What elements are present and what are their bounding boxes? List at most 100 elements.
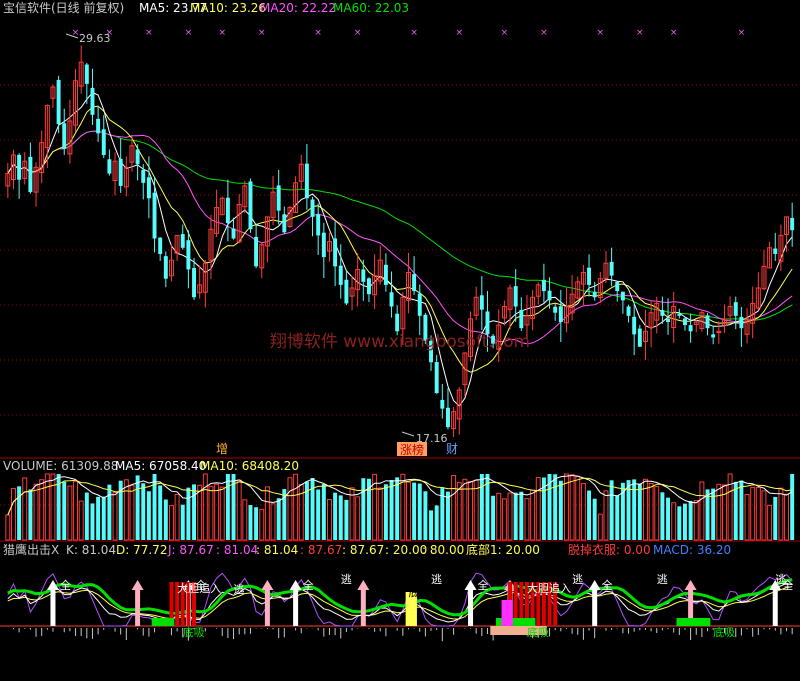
volume-bar: [78, 500, 84, 541]
value-6: : 80.00: [422, 543, 464, 557]
candle-body: [321, 232, 326, 258]
volume-bar: [405, 481, 411, 541]
volume-bar: [688, 500, 693, 540]
signal-arrow-head: [464, 580, 477, 590]
volume-bar: [135, 475, 140, 540]
volume-bar: [5, 514, 11, 541]
volume-bar: [507, 492, 513, 541]
ma10-legend: MA10: 23.26: [190, 1, 266, 15]
volume-bar: [666, 497, 671, 540]
signal-x-marker: ×: [218, 28, 226, 38]
macd-legend: MACD: 36.20: [653, 543, 731, 557]
volume-bar: [597, 513, 603, 541]
candle-body: [558, 306, 563, 323]
volume-bar: [225, 474, 230, 540]
candle-body: [146, 177, 151, 199]
event-label-zhangbang: 涨榜: [400, 442, 424, 457]
candle-body: [304, 163, 309, 199]
signal-x-marker: ×: [258, 28, 266, 38]
candle-body: [231, 228, 236, 239]
volume-bar: [558, 480, 563, 540]
signal-x-marker: ×: [636, 28, 644, 38]
volume-bar: [592, 498, 597, 540]
candle-body: [434, 362, 439, 394]
volume-bar: [654, 486, 660, 541]
ma60-line: [7, 130, 793, 321]
candle-body: [541, 279, 546, 292]
signal-x-marker: ×: [540, 28, 548, 38]
bottom-label: 底部: [408, 585, 430, 599]
volume-bar: [90, 503, 95, 540]
volume-bar: [784, 493, 790, 541]
candle-body: [17, 154, 22, 180]
volume-bar: [107, 484, 112, 540]
signal-arrow-head: [357, 580, 370, 590]
volume-bar: [412, 482, 417, 540]
volume-bar: [535, 477, 541, 541]
volume-bar: [174, 493, 180, 541]
volume-bar: [84, 492, 89, 540]
volume-bar: [615, 495, 620, 540]
signal-x-marker: ×: [410, 28, 418, 38]
volume-bar: [163, 499, 168, 540]
candle-body: [56, 79, 61, 125]
volume-bar: [575, 476, 581, 541]
signal-x-marker: ×: [455, 28, 463, 38]
volume-bar: [158, 485, 163, 540]
candle-body: [733, 302, 738, 316]
volume-bar: [208, 485, 214, 541]
signal-label-tao: 逃: [431, 573, 442, 586]
candle-body: [417, 293, 422, 316]
signal-label-quan: 全: [478, 578, 489, 592]
signal-label-quan: 全: [303, 578, 314, 592]
candle-body: [682, 318, 687, 326]
candle-body: [389, 292, 394, 307]
volume-bar: [123, 479, 129, 541]
candle-body: [440, 399, 445, 409]
event-label-cai: 财: [446, 442, 458, 456]
bold-buy-label: 大胆追入: [527, 581, 571, 595]
volume-bar: [316, 489, 321, 540]
volume-ma5-legend: MA5: 67058.40: [115, 459, 206, 473]
candle-body: [519, 310, 524, 329]
candle-body: [344, 279, 349, 304]
volume-bar: [693, 500, 699, 541]
volume-bar: [321, 484, 326, 540]
value-4: : 87.67: [342, 543, 384, 557]
candle-body: [547, 290, 552, 301]
trend-line: [7, 578, 793, 617]
volume-bar: [445, 491, 450, 540]
signal-markers: × × × × × × × × × × × × × × × ×: [72, 28, 745, 38]
candle-body: [395, 313, 400, 332]
signal-arrow-head: [261, 580, 274, 590]
volume-bar: [259, 508, 265, 541]
signal-arrow-shaft: [592, 588, 598, 626]
value-1: : 81.04: [216, 543, 258, 557]
volume-ma-lines: [7, 474, 793, 516]
candle-body: [615, 281, 620, 292]
volume-bar: [219, 486, 225, 541]
candle-body: [118, 158, 123, 186]
signal-arrow-shaft: [772, 588, 778, 626]
value-3: : 87.67: [300, 543, 342, 557]
candle-body: [135, 149, 140, 165]
volume-bar: [739, 480, 744, 540]
volume-bar: [197, 484, 203, 541]
volume-bar: [580, 483, 586, 541]
volume-bar: [236, 479, 242, 541]
candle-body: [592, 291, 597, 298]
volume-bar: [276, 498, 281, 540]
volume-bar: [744, 494, 750, 541]
volume-bar: [468, 480, 474, 541]
volume-bar: [270, 503, 276, 541]
volume-bar: [202, 473, 208, 541]
volume-bar: [141, 483, 146, 540]
candle-body: [96, 118, 101, 134]
volume-bar: [287, 477, 293, 541]
volume-bar: [326, 499, 332, 541]
volume-bar: [660, 492, 665, 540]
ma20-legend: MA20: 22.22: [260, 1, 336, 15]
candle-body: [225, 197, 230, 224]
candle-body: [587, 267, 592, 285]
candle-body: [773, 248, 778, 254]
